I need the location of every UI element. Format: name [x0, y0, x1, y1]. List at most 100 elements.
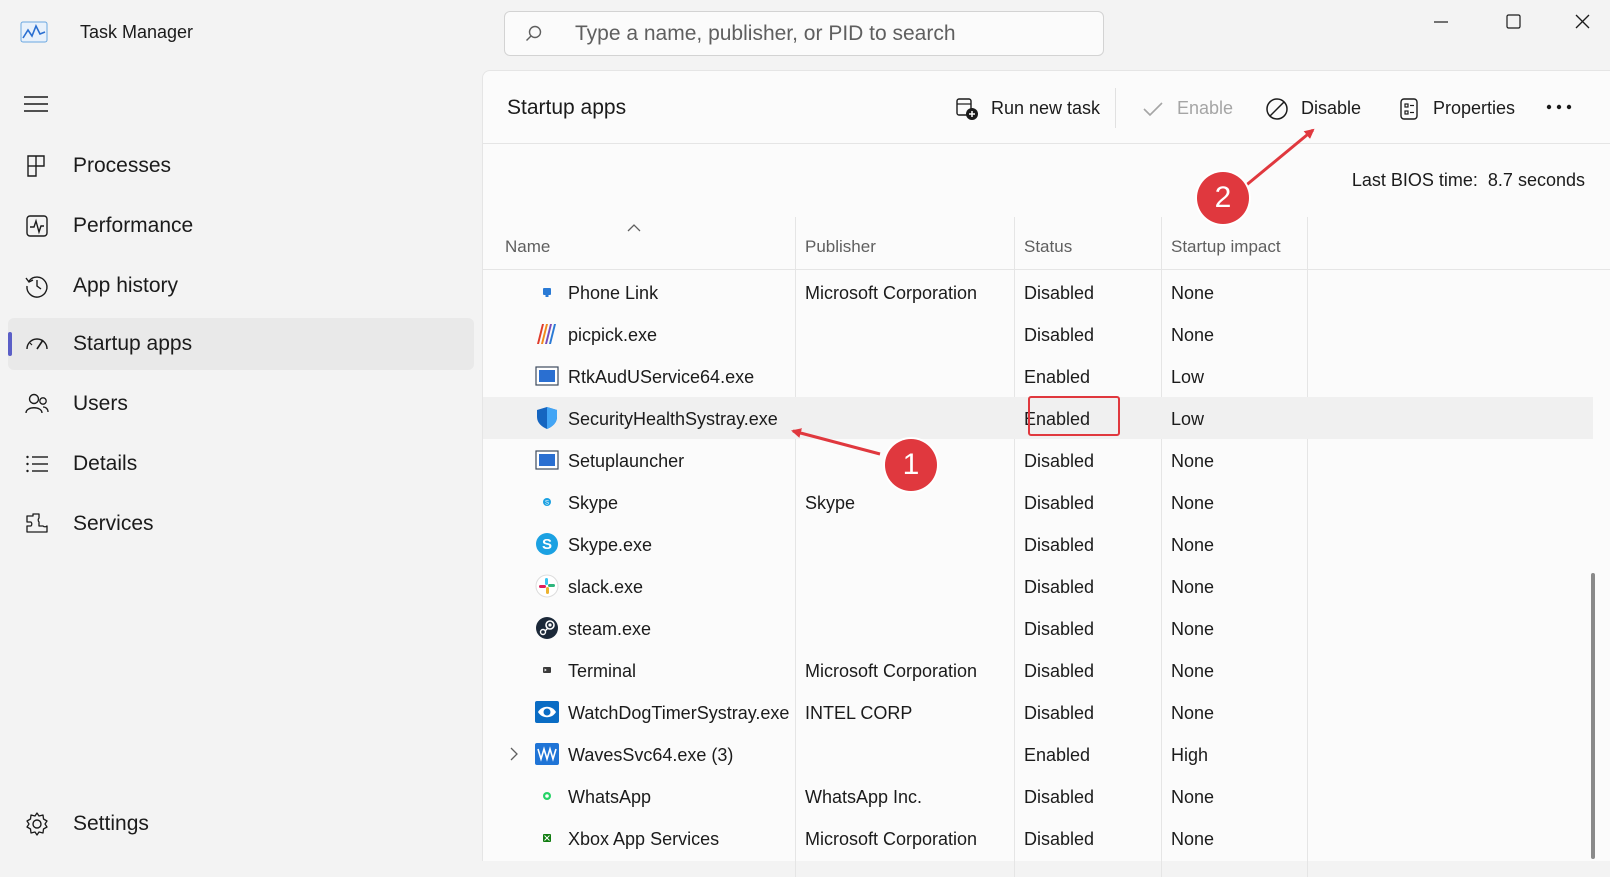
app-status: Enabled: [1024, 367, 1091, 387]
app-publisher: Skype: [805, 493, 856, 513]
app-impact: None: [1171, 787, 1215, 807]
services-icon: [26, 513, 48, 533]
sidebar-item-label: Performance: [73, 214, 194, 237]
table-row-selected[interactable]: SecurityHealthSystray.exe Enabled Low: [483, 396, 1593, 439]
app-impact: None: [1171, 451, 1215, 471]
maximize-icon[interactable]: [1488, 10, 1538, 40]
picpick-icon: [537, 324, 556, 344]
column-header-startup-impact[interactable]: Startup impact: [1171, 237, 1281, 257]
minimize-icon[interactable]: [1416, 10, 1466, 40]
app-status: Enabled: [1024, 745, 1091, 765]
app-name: WatchDogTimerSystray.exe: [568, 703, 790, 723]
sidebar-item-label: Details: [73, 452, 138, 475]
disable-label: Disable: [1301, 98, 1362, 118]
shield-icon: [537, 407, 557, 429]
table-row[interactable]: Terminal Microsoft Corporation Disabled …: [483, 649, 1593, 691]
table-row[interactable]: WatchDogTimerSystray.exe INTEL CORP Disa…: [483, 691, 1593, 733]
chevron-right-icon[interactable]: [509, 747, 519, 761]
sort-ascending-icon[interactable]: [627, 223, 641, 233]
sidebar-item-details[interactable]: Details: [8, 438, 474, 490]
slack-icon: [535, 574, 559, 598]
vertical-scrollbar[interactable]: [1591, 573, 1595, 859]
app-name: WavesSvc64.exe (3): [568, 745, 734, 765]
bios-time: Last BIOS time: 8.7 seconds: [1352, 170, 1585, 191]
performance-icon: [26, 215, 48, 237]
skype-icon: S: [536, 533, 558, 555]
disable-button[interactable]: Disable: [1265, 89, 1375, 129]
app-impact: None: [1171, 829, 1215, 849]
app-impact: None: [1171, 493, 1215, 513]
table-row[interactable]: WhatsApp WhatsApp Inc. Disabled None: [483, 775, 1593, 817]
column-header-status[interactable]: Status: [1024, 237, 1072, 257]
app-status: Disabled: [1024, 619, 1095, 639]
active-indicator: [8, 332, 12, 356]
sidebar-item-settings[interactable]: Settings: [8, 798, 474, 850]
app-status: Disabled: [1024, 493, 1095, 513]
app-impact: None: [1171, 325, 1215, 345]
properties-icon: [1400, 98, 1418, 120]
search-input[interactable]: Type a name, publisher, or PID to search: [575, 22, 956, 46]
enable-button[interactable]: Enable: [1141, 89, 1241, 129]
enable-label: Enable: [1177, 98, 1234, 118]
column-header-name[interactable]: Name: [505, 237, 550, 257]
app-name: Xbox App Services: [568, 829, 720, 849]
sidebar-item-label: Processes: [73, 154, 172, 177]
eye-icon: [535, 701, 559, 723]
app-status: Disabled: [1024, 829, 1095, 849]
bios-time-value: 8.7 seconds: [1487, 170, 1585, 190]
table-row[interactable]: RtkAudUService64.exe Enabled Low: [483, 355, 1593, 397]
app-publisher: Microsoft Corporation: [805, 829, 978, 849]
app-history-icon: [25, 276, 48, 298]
table-row[interactable]: WavesSvc64.exe (3) Enabled High: [483, 733, 1593, 775]
app-name: picpick.exe: [568, 325, 658, 345]
table-row[interactable]: Phone Link Microsoft Corporation Disable…: [483, 271, 1593, 313]
table-row[interactable]: Xbox App Services Microsoft Corporation …: [483, 817, 1593, 859]
table-row[interactable]: S Skype Skype Disabled None: [483, 481, 1593, 523]
svg-text:S: S: [545, 501, 549, 507]
app-publisher: INTEL CORP: [805, 703, 913, 723]
users-icon: [25, 393, 49, 414]
app-publisher: Microsoft Corporation: [805, 283, 978, 303]
steam-icon: [536, 617, 558, 639]
sidebar-item-app-history[interactable]: App history: [8, 260, 474, 312]
run-new-task-icon: [956, 98, 978, 120]
sidebar-item-performance[interactable]: Performance: [8, 200, 474, 252]
app-impact: None: [1171, 577, 1215, 597]
annotation-badge-1: 1: [885, 439, 937, 491]
sidebar-item-label: App history: [73, 274, 179, 297]
sidebar-item-label: Startup apps: [73, 332, 193, 355]
app-impact: High: [1171, 745, 1209, 765]
more-options-icon[interactable]: [1545, 97, 1573, 117]
app-name: RtkAudUService64.exe: [568, 367, 755, 387]
table-row[interactable]: steam.exe Disabled None: [483, 607, 1593, 649]
app-name: Phone Link: [568, 283, 659, 303]
gear-icon: [26, 812, 48, 836]
bios-time-label: Last BIOS time:: [1351, 170, 1478, 190]
sidebar-item-services[interactable]: Services: [8, 498, 474, 550]
properties-button[interactable]: Properties: [1397, 89, 1527, 129]
sidebar-item-processes[interactable]: Processes: [8, 140, 474, 192]
hamburger-menu-icon[interactable]: [22, 92, 50, 116]
table-row[interactable]: slack.exe Disabled None: [483, 565, 1593, 607]
title-bar: Task Manager Type a name, publisher, or …: [0, 0, 1610, 68]
status-highlight-box: [1028, 396, 1120, 436]
svg-text:S: S: [542, 536, 552, 553]
column-header-publisher[interactable]: Publisher: [805, 237, 876, 257]
table-row[interactable]: Setuplauncher Disabled None: [483, 439, 1593, 481]
app-window-icon: [535, 366, 559, 386]
table-row[interactable]: S Skype.exe Disabled None: [483, 523, 1593, 565]
table-row[interactable]: picpick.exe Disabled None: [483, 313, 1593, 355]
run-new-task-button[interactable]: Run new task: [955, 89, 1105, 129]
phone-link-icon: [543, 288, 551, 297]
annotation-badge-2: 2: [1197, 172, 1249, 224]
app-publisher: WhatsApp Inc.: [805, 787, 923, 807]
search-box[interactable]: Type a name, publisher, or PID to search: [504, 11, 1104, 56]
sidebar-item-label: Services: [73, 512, 154, 535]
sidebar-item-startup-apps[interactable]: Startup apps: [8, 318, 474, 370]
app-status: Disabled: [1024, 325, 1095, 345]
sidebar-item-users[interactable]: Users: [8, 378, 474, 430]
app-name: SecurityHealthSystray.exe: [568, 409, 778, 429]
app-impact: None: [1171, 703, 1215, 723]
app-impact: None: [1171, 283, 1215, 303]
close-icon[interactable]: [1558, 10, 1608, 40]
